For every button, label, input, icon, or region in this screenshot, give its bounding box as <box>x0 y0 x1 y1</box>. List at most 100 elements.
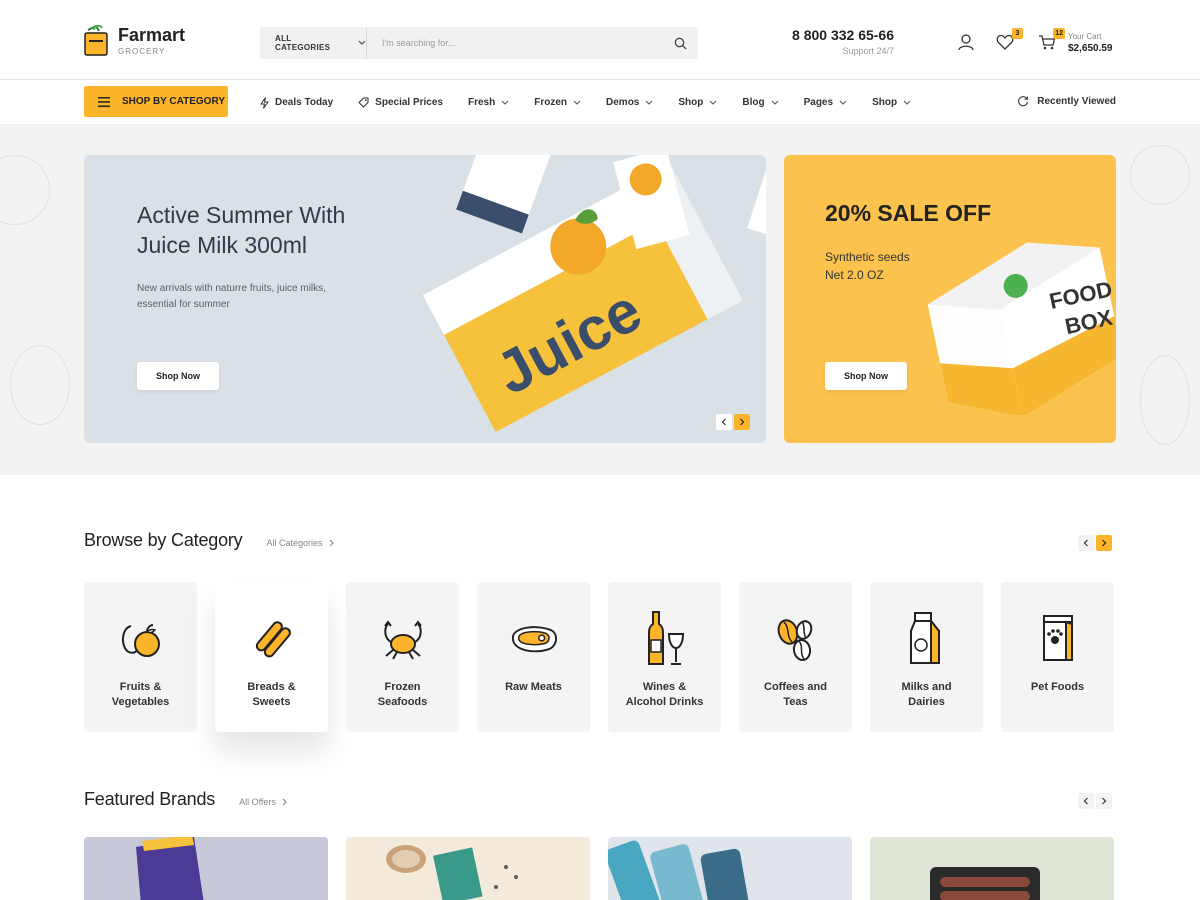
cart-total: $2,650.59 <box>1068 43 1113 54</box>
category-label-line-1: Pet Foods <box>1030 681 1085 693</box>
chevron-down-icon <box>771 100 778 105</box>
crab-icon <box>383 620 422 660</box>
chevron-right-icon <box>282 798 287 806</box>
category-select[interactable]: ALL CATEGORIES <box>260 27 367 59</box>
logo-name: Farmart <box>118 24 186 45</box>
main-navigation: SHOP BY CATEGORY Deals Today Special Pri… <box>0 80 1200 125</box>
category-card-fruits-vegetables[interactable]: Fruits & Vegetables <box>84 582 197 732</box>
hero-side-line-1: Synthetic seeds <box>825 250 910 264</box>
nav-special-prices[interactable]: Special Prices <box>358 97 443 108</box>
nav-frozen[interactable]: Frozen <box>534 97 581 108</box>
account-button[interactable] <box>957 33 977 53</box>
category-card-coffees-teas[interactable]: Coffees and Teas <box>739 582 852 732</box>
chevron-left-icon <box>721 418 726 426</box>
support-label: Support 24/7 <box>842 46 894 56</box>
brand-card[interactable] <box>346 837 590 900</box>
cart-summary[interactable]: Your Cart $2,650.59 <box>1068 32 1113 54</box>
brand-list <box>84 837 1114 900</box>
nav-pages[interactable]: Pages <box>804 97 847 108</box>
category-card-frozen-seafoods[interactable]: Frozen Seafoods <box>346 582 459 732</box>
nav-shop[interactable]: Shop <box>678 97 717 108</box>
category-carousel-arrows <box>1078 535 1112 551</box>
hero-slider-arrows <box>716 414 750 430</box>
nav-demos[interactable]: Demos <box>606 97 653 108</box>
lightning-icon <box>260 96 269 109</box>
category-label: Coffees and Teas <box>751 680 841 710</box>
search-input[interactable] <box>367 27 662 59</box>
brands-carousel-arrows <box>1078 793 1112 809</box>
chevron-down-icon <box>645 100 653 105</box>
chevron-left-icon <box>1083 797 1088 805</box>
category-label: Wines & Alcohol Drinks <box>620 680 710 710</box>
brand-pouch-image <box>136 837 204 900</box>
wishlist-button[interactable]: 3 <box>996 28 1023 53</box>
slider-prev-button[interactable] <box>716 414 732 430</box>
category-label-line-1: Milks and <box>901 681 952 693</box>
shop-by-category-button[interactable]: SHOP BY CATEGORY <box>84 86 228 117</box>
refresh-icon <box>1018 96 1029 107</box>
hero-main-shop-now-button[interactable]: Shop Now <box>137 362 219 390</box>
search-bar: ALL CATEGORIES <box>260 27 698 59</box>
hero-side-shop-now-button[interactable]: Shop Now <box>825 362 907 390</box>
cart-button[interactable]: 12 <box>1038 28 1065 53</box>
category-label-line-1: Raw Meats <box>505 681 562 693</box>
category-next-button[interactable] <box>1096 535 1112 551</box>
user-icon <box>958 34 974 51</box>
category-label: Raw Meats <box>489 680 579 695</box>
category-label-line-1: Fruits & <box>119 681 162 693</box>
category-label-line-2: Sweets <box>252 696 291 708</box>
category-card-wines-alcohol[interactable]: Wines & Alcohol Drinks <box>608 582 721 732</box>
nav-deals-today[interactable]: Deals Today <box>260 96 333 109</box>
bread-icon <box>255 621 291 658</box>
brand-card[interactable] <box>870 837 1114 900</box>
hero-main-slide: Juice Active Summer With Juice Milk 300m… <box>84 155 766 443</box>
category-prev-button[interactable] <box>1078 535 1094 551</box>
brands-section-header: Featured Brands All Offers <box>84 789 287 810</box>
nav-shop-2[interactable]: Shop <box>872 97 911 108</box>
menu-icon <box>98 96 110 107</box>
category-card-breads-sweets[interactable]: Breads & Sweets <box>215 582 328 732</box>
all-categories-link[interactable]: All Categories <box>266 538 334 548</box>
chevron-down-icon <box>573 100 581 105</box>
recently-viewed-button[interactable]: Recently Viewed <box>1017 95 1116 107</box>
wine-icon <box>647 611 684 665</box>
support-phone[interactable]: 8 800 332 65-66 Support 24/7 <box>786 27 894 56</box>
nav-label: Blog <box>742 97 765 108</box>
category-label-line-2: Seafoods <box>377 696 428 708</box>
fruits-icon <box>121 624 160 657</box>
slider-next-button[interactable] <box>734 414 750 430</box>
brands-next-button[interactable] <box>1096 793 1112 809</box>
doodle-decoration <box>0 155 50 225</box>
chevron-down-icon <box>839 100 847 105</box>
search-icon <box>674 37 686 49</box>
category-label: Frozen Seafoods <box>358 680 448 710</box>
phone-number: 8 800 332 65-66 <box>792 27 894 43</box>
brands-prev-button[interactable] <box>1078 793 1094 809</box>
chevron-down-icon <box>709 100 717 105</box>
hero-side-title: 20% SALE OFF <box>825 200 992 226</box>
brand-card[interactable] <box>608 837 852 900</box>
category-card-raw-meats[interactable]: Raw Meats <box>477 582 590 732</box>
chevron-right-icon <box>329 539 334 547</box>
juice-box-image: Juice <box>422 155 766 432</box>
all-offers-label: All Offers <box>239 797 276 807</box>
search-button[interactable] <box>662 27 698 59</box>
milk-icon <box>909 612 940 664</box>
category-label-line-1: Frozen <box>384 681 421 693</box>
food-box-image: FOOD BOX <box>927 242 1116 415</box>
browse-section-header: Browse by Category All Categories <box>84 530 334 551</box>
nav-label: Shop <box>872 97 898 108</box>
all-offers-link[interactable]: All Offers <box>239 797 287 807</box>
nav-fresh[interactable]: Fresh <box>468 97 509 108</box>
category-label-line-2: Teas <box>783 696 808 708</box>
wishlist-count-badge: 3 <box>1012 28 1023 39</box>
hero-side-line-2: Net 2.0 OZ <box>825 268 884 282</box>
nav-blog[interactable]: Blog <box>742 97 778 108</box>
hero-side-banner[interactable]: FOOD BOX 20% SALE OFF Synthetic seeds Ne… <box>784 155 1116 443</box>
brand-card[interactable] <box>84 837 328 900</box>
logo[interactable]: Farmart GROCERY <box>84 24 185 56</box>
all-categories-label: All Categories <box>266 538 323 548</box>
category-card-milks-dairies[interactable]: Milks and Dairies <box>870 582 983 732</box>
category-card-pet-foods[interactable]: Pet Foods <box>1001 582 1114 732</box>
doodle-decoration <box>1130 145 1190 205</box>
